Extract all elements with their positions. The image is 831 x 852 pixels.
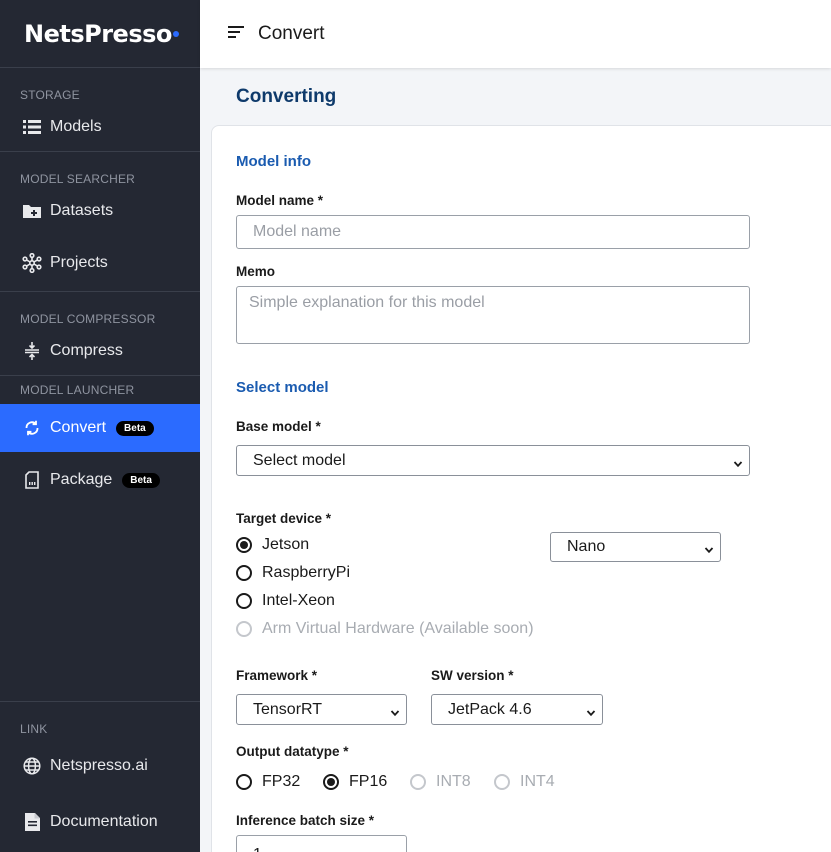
sidebar-item-convert[interactable]: Convert Beta [0,404,200,452]
sidebar-item-label: Models [50,118,102,135]
section-title: MODEL LAUNCHER [20,383,135,397]
framework-label: Framework * [236,668,318,683]
radio-label: INT8 [436,773,471,790]
memo-textarea[interactable] [236,286,750,344]
logo[interactable]: NetsPresso [0,0,200,68]
folder-plus-icon [22,201,42,221]
radio-label: FP16 [349,773,388,790]
sidebar-section-storage: STORAGE Models [0,68,200,152]
section-heading: Converting [236,86,337,107]
chevron-down-icon [704,542,714,554]
radio-int4: INT4 [494,773,555,791]
radio-label: FP32 [262,773,301,790]
framework-select[interactable]: TensorRT [236,694,407,725]
menu-icon[interactable] [228,25,244,43]
chevron-down-icon [390,705,400,716]
sidebar-item-models[interactable]: Models [0,103,200,151]
batch-size-label: Inference batch size * [236,813,375,828]
radio-button [236,621,252,637]
logo-text: NetsPresso [24,19,172,48]
radio-button [236,537,252,553]
radio-button [494,774,510,790]
sidebar-section-model-launcher: MODEL LAUNCHER Convert Beta Package Beta [0,376,200,508]
model-info-title: Model info [236,153,311,170]
list-icon [22,117,42,137]
select-model-title: Select model [236,379,329,396]
sidebar: NetsPresso STORAGE Models MODEL SEARCHER… [0,0,200,852]
radio-button [236,774,252,790]
sidebar-section-model-compressor: MODEL COMPRESSOR Compress [0,292,200,376]
base-model-select[interactable]: Select model [236,445,750,476]
radio-raspberrypi[interactable]: RaspberryPi [236,564,350,582]
chevron-down-icon [586,705,596,716]
radio-jetson[interactable]: Jetson [236,536,309,554]
select-value: Select model [253,451,346,469]
section-title: STORAGE [20,88,80,102]
page-title: Convert [258,23,325,44]
sidebar-item-label: Projects [50,254,108,271]
sidebar-section-link: LINK Netspresso.ai Documentation [0,701,200,850]
sidebar-item-label: Netspresso.ai [50,757,148,774]
globe-icon [22,756,42,776]
chevron-down-icon [733,456,743,467]
radio-intel-xeon[interactable]: Intel-Xeon [236,592,335,610]
radio-button [410,774,426,790]
sw-version-select[interactable]: JetPack 4.6 [431,694,603,725]
select-value: TensorRT [253,700,323,718]
compress-icon [22,341,42,361]
sidebar-item-label: Datasets [50,202,114,219]
sidebar-item-label: Documentation [50,813,158,830]
select-value: Nano [567,538,606,555]
radio-arm-virtual-hardware: Arm Virtual Hardware (Available soon) [236,620,534,638]
sidebar-section-model-searcher: MODEL SEARCHER Datasets Projects [0,152,200,292]
sidebar-item-datasets[interactable]: Datasets [0,187,200,235]
sidebar-item-label: Convert [50,419,107,436]
radio-label: RaspberryPi [262,564,351,581]
radio-button [236,593,252,609]
radio-label: Jetson [262,536,310,553]
radio-button [236,565,252,581]
section-title: MODEL COMPRESSOR [20,312,156,326]
model-name-label: Model name * [236,193,324,208]
radio-fp32[interactable]: FP32 [236,773,300,791]
sidebar-item-label: Compress [50,342,123,359]
logo-dot [172,30,179,37]
sidebar-item-package[interactable]: Package Beta [0,452,200,508]
radio-fp16[interactable]: FP16 [323,773,387,791]
select-value: JetPack 4.6 [448,700,532,718]
radio-label: INT4 [520,773,555,790]
radio-button [323,774,339,790]
sidebar-item-label: Package [50,471,113,488]
batch-size-input[interactable] [236,835,407,852]
sd-card-icon [22,470,42,490]
model-name-input[interactable] [236,215,750,249]
section-title: LINK [20,722,48,736]
beta-badge: Beta [122,472,160,488]
sidebar-item-projects[interactable]: Projects [0,235,200,291]
beta-badge: Beta [116,420,154,436]
sidebar-item-compress[interactable]: Compress [0,327,200,375]
output-datatype-label: Output datatype * [236,744,349,759]
document-icon [22,812,42,832]
network-icon [22,253,42,273]
memo-label: Memo [236,264,276,279]
radio-label: Intel-Xeon [262,592,335,609]
section-title: MODEL SEARCHER [20,172,136,186]
sidebar-item-netspresso-ai[interactable]: Netspresso.ai [0,738,200,794]
sw-version-label: SW version * [431,668,514,683]
radio-label: Arm Virtual Hardware (Available soon) [262,620,534,637]
device-model-select[interactable]: Nano [550,532,721,562]
sidebar-item-documentation[interactable]: Documentation [0,794,200,850]
sync-icon [22,418,42,438]
top-bar: Convert [200,0,831,68]
target-device-label: Target device * [236,511,332,526]
base-model-label: Base model * [236,419,321,434]
radio-int8: INT8 [410,773,471,791]
